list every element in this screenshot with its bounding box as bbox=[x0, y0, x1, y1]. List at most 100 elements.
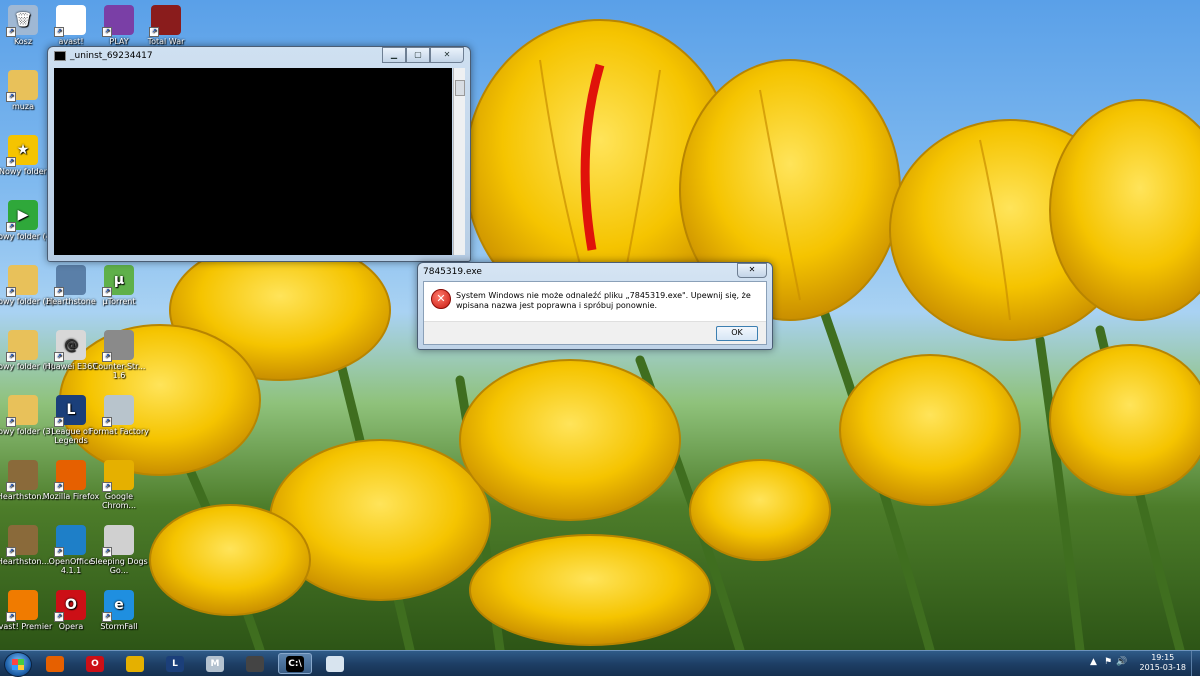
league-of-legends-icon: L bbox=[166, 655, 184, 672]
minimize-button[interactable]: ▁ bbox=[382, 47, 406, 63]
taskbar-button[interactable]: M bbox=[198, 653, 232, 674]
start-button[interactable] bbox=[4, 652, 32, 677]
console-icon bbox=[54, 51, 66, 61]
desktop: 🗑 ↗ Kosz ↗ avast! ↗ PLAY ↗ Total War ↗ muza ★ ↗ Nowy … bbox=[0, 0, 1200, 650]
system-tray: ▲ ⚑ 🔊 19:15 2015-03-18 bbox=[1090, 651, 1200, 676]
desktop-icon[interactable]: ↗ Sleeping Dogs Go... bbox=[88, 525, 150, 575]
desktop-icon-label: μTorrent bbox=[102, 297, 136, 306]
shortcut-arrow-icon: ↗ bbox=[102, 417, 112, 427]
console-output[interactable] bbox=[54, 68, 452, 255]
shortcut-arrow-icon: ↗ bbox=[54, 417, 64, 427]
shortcut-arrow-icon: ↗ bbox=[6, 547, 16, 557]
paint-icon bbox=[326, 655, 344, 672]
desktop-icon-label: Format Factory bbox=[89, 427, 149, 436]
error-dialog[interactable]: 7845319.exe ✕ ✕ System Windows nie może … bbox=[417, 262, 773, 350]
shortcut-arrow-icon: ↗ bbox=[6, 417, 16, 427]
console-titlebar[interactable]: _uninst_69234417 bbox=[54, 51, 153, 61]
shortcut-arrow-icon: ↗ bbox=[6, 222, 16, 232]
taskbar-button[interactable] bbox=[318, 653, 352, 674]
shortcut-arrow-icon: ↗ bbox=[102, 287, 112, 297]
taskbar-button[interactable]: L bbox=[158, 653, 192, 674]
shortcut-arrow-icon: ↗ bbox=[102, 27, 112, 37]
scrollbar-thumb[interactable] bbox=[455, 80, 465, 96]
clock-date: 2015-03-18 bbox=[1139, 663, 1187, 672]
tray-expand-icon[interactable]: ▲ bbox=[1090, 657, 1097, 667]
shortcut-arrow-icon: ↗ bbox=[149, 27, 159, 37]
chrome-icon: ↗ bbox=[102, 460, 134, 492]
shortcut-arrow-icon: ↗ bbox=[6, 352, 16, 362]
desktop-icon[interactable]: ↗ Counter-Str... 1.6 bbox=[88, 330, 150, 380]
taskbar-button[interactable] bbox=[238, 653, 272, 674]
error-icon: ✕ bbox=[431, 289, 451, 309]
dialog-close-button[interactable]: ✕ bbox=[737, 263, 767, 278]
shortcut-arrow-icon: ↗ bbox=[54, 27, 64, 37]
close-button[interactable]: ✕ bbox=[430, 47, 464, 63]
action-center-flag-icon[interactable]: ⚑ bbox=[1104, 657, 1112, 667]
shortcut-arrow-icon: ↗ bbox=[54, 612, 64, 622]
huawei-icon: @ ↗ bbox=[54, 330, 86, 362]
console-icon: C:\ bbox=[286, 655, 304, 672]
avast-icon: ↗ bbox=[54, 5, 86, 37]
console-scrollbar[interactable] bbox=[453, 68, 465, 255]
ok-button[interactable]: OK bbox=[716, 326, 758, 341]
desktop-icon[interactable]: ★ ↗ Nowy folder bbox=[0, 135, 54, 176]
shortcut-arrow-icon: ↗ bbox=[6, 27, 16, 37]
shortcut-arrow-icon: ↗ bbox=[54, 352, 64, 362]
desktop-icon-label: muza bbox=[12, 102, 34, 111]
desktop-icon-label: Nowy folder bbox=[0, 167, 47, 176]
desktop-icon-label: Sleeping Dogs Go... bbox=[90, 557, 148, 575]
taskbar-button[interactable]: O bbox=[78, 653, 112, 674]
taskbar: O L M C:\ ▲ ⚑ 🔊 19:15 2015-03-18 bbox=[0, 650, 1200, 677]
console-window[interactable]: _uninst_69234417 ▁ ▢ ✕ bbox=[47, 46, 471, 262]
desktop-icon-label: StormFall bbox=[100, 622, 138, 631]
desktop-icon[interactable]: e ↗ StormFall bbox=[88, 590, 150, 631]
counter-strike-icon: ↗ bbox=[102, 330, 134, 362]
folder-icon: ↗ bbox=[6, 395, 38, 427]
utorrent-icon: µ ↗ bbox=[102, 265, 134, 297]
folder-icon: ↗ bbox=[6, 265, 38, 297]
desktop-icon-label: Counter-Str... 1.6 bbox=[92, 362, 146, 380]
shortcut-arrow-icon: ↗ bbox=[6, 612, 16, 622]
volume-icon[interactable]: 🔊 bbox=[1116, 657, 1127, 667]
shortcut-arrow-icon: ↗ bbox=[6, 287, 16, 297]
desktop-icon[interactable]: µ ↗ μTorrent bbox=[88, 265, 150, 306]
chrome-icon bbox=[126, 655, 144, 672]
firefox-icon: ↗ bbox=[54, 460, 86, 492]
desktop-icon[interactable]: ↗ Total War bbox=[135, 5, 197, 46]
star-icon: ★ ↗ bbox=[6, 135, 38, 167]
avast-premier-icon: ↗ bbox=[6, 590, 38, 622]
desktop-icon-label: Google Chrom... bbox=[101, 492, 137, 510]
league-of-legends-icon: L ↗ bbox=[54, 395, 86, 427]
maximize-button[interactable]: ▢ bbox=[406, 47, 430, 63]
shortcut-arrow-icon: ↗ bbox=[102, 352, 112, 362]
shortcut-arrow-icon: ↗ bbox=[102, 482, 112, 492]
folder-icon: ↗ bbox=[6, 70, 38, 102]
taskbar-button[interactable]: C:\ bbox=[278, 653, 312, 674]
desktop-icon[interactable]: ↗ muza bbox=[0, 70, 54, 111]
taskbar-button[interactable] bbox=[118, 653, 152, 674]
format-factory-icon: ↗ bbox=[102, 395, 134, 427]
desktop-icon[interactable]: ▶↗Nowy folder (4) bbox=[0, 200, 54, 241]
dialog-footer: OK bbox=[424, 321, 766, 344]
show-desktop-button[interactable] bbox=[1191, 651, 1200, 676]
clock-time: 19:15 bbox=[1151, 653, 1175, 662]
desktop-icon[interactable]: ↗ Google Chrom... bbox=[88, 460, 150, 510]
console-title: _uninst_69234417 bbox=[70, 51, 153, 61]
sleeping-dogs-icon bbox=[246, 655, 264, 672]
dialog-title: 7845319.exe bbox=[423, 267, 482, 277]
shortcut-arrow-icon: ↗ bbox=[54, 547, 64, 557]
desktop-icon-label: Total War bbox=[147, 37, 185, 46]
total-war-icon: ↗ bbox=[149, 5, 181, 37]
desktop-icon-label: Nowy folder (4) bbox=[0, 232, 54, 241]
clock[interactable]: 19:15 2015-03-18 bbox=[1140, 653, 1187, 673]
shortcut-arrow-icon: ↗ bbox=[102, 612, 112, 622]
shortcut-arrow-icon: ↗ bbox=[6, 92, 16, 102]
hearthstone-shortcut-icon: ↗ bbox=[6, 525, 38, 557]
error-message: System Windows nie może odnaleźć pliku „… bbox=[456, 291, 751, 310]
dialog-body: ✕ System Windows nie może odnaleźć pliku… bbox=[423, 281, 767, 345]
desktop-icon[interactable]: ↗ Format Factory bbox=[88, 395, 150, 436]
taskbar-button[interactable] bbox=[38, 653, 72, 674]
shortcut-arrow-icon: ↗ bbox=[54, 287, 64, 297]
stormfall-icon: e ↗ bbox=[102, 590, 134, 622]
opera-icon: O ↗ bbox=[54, 590, 86, 622]
